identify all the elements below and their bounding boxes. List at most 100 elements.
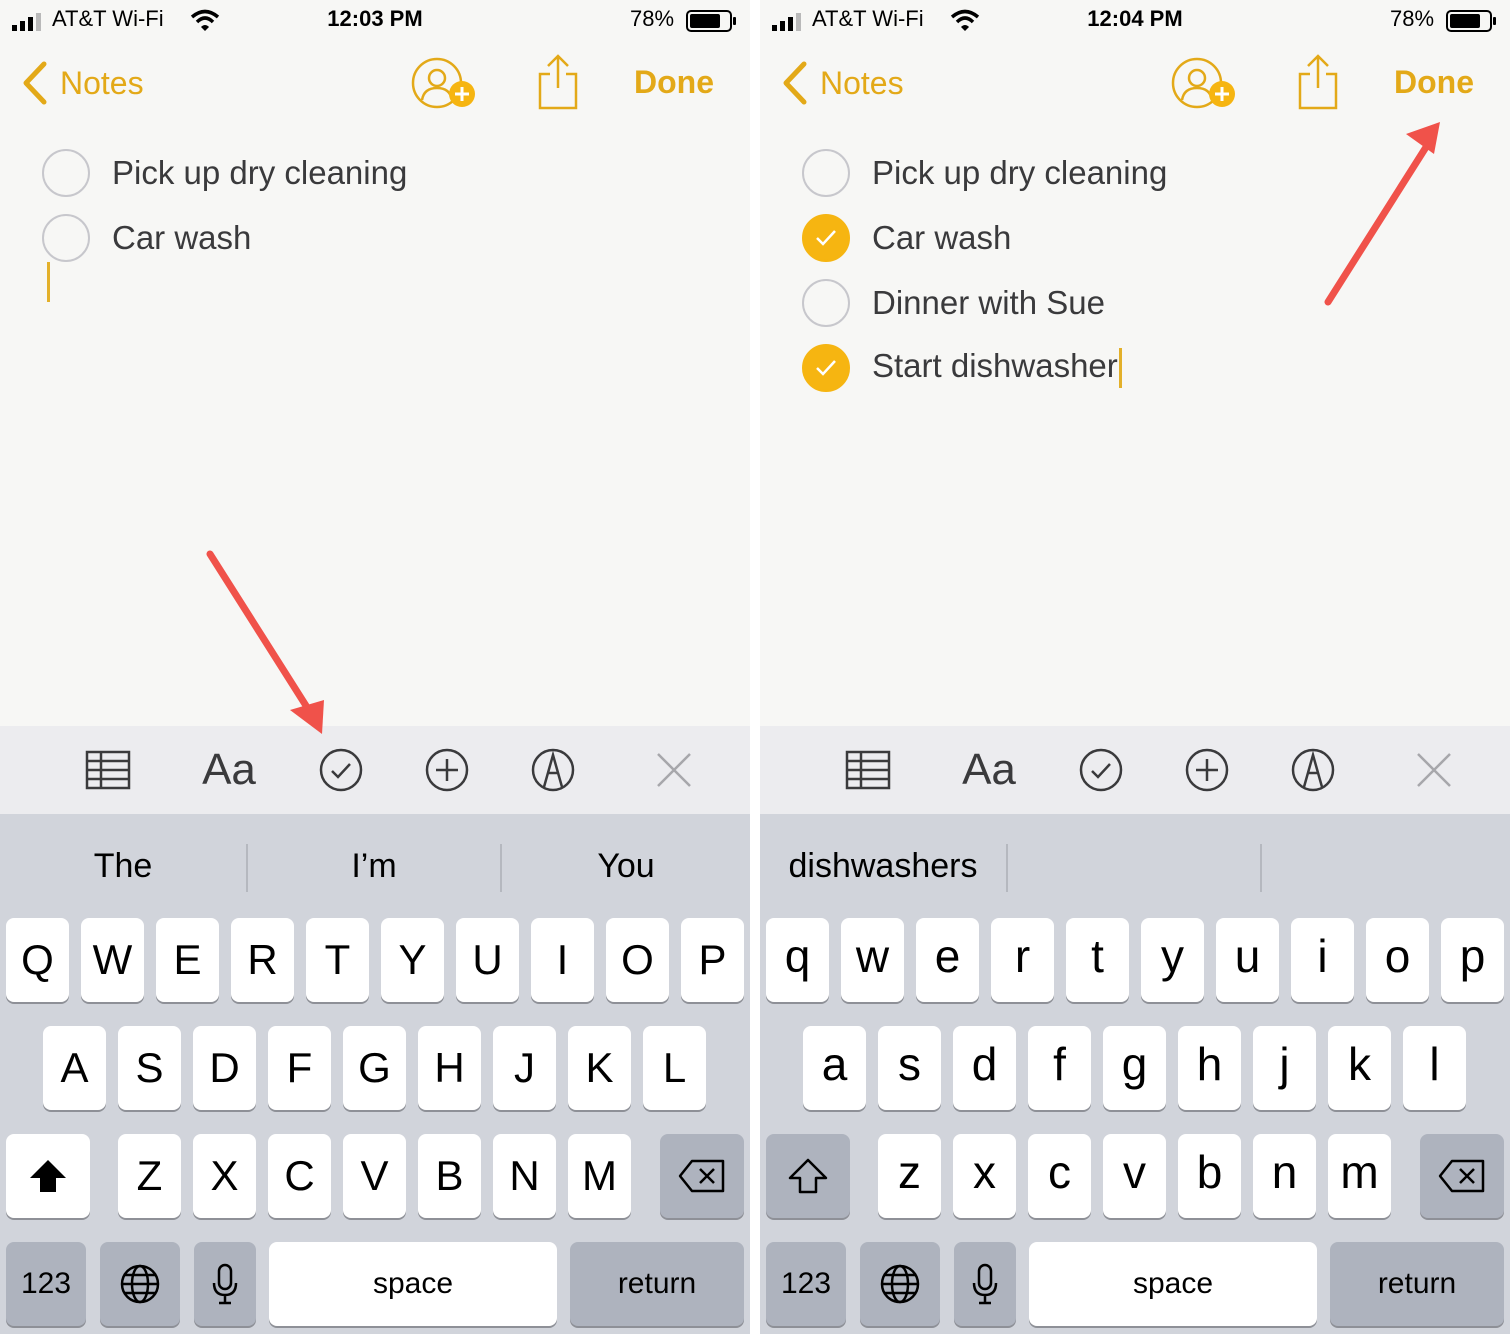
text-format-icon[interactable]: Aa <box>954 744 1024 796</box>
globe-key[interactable] <box>100 1242 180 1326</box>
checklist-item-text[interactable]: Car wash <box>112 219 251 257</box>
key-k[interactable]: k <box>1328 1026 1391 1110</box>
key-l[interactable]: l <box>1403 1026 1466 1110</box>
key-y[interactable]: Y <box>381 918 444 1002</box>
close-icon[interactable] <box>1408 744 1460 796</box>
checklist-item[interactable]: Car wash <box>42 205 722 270</box>
globe-key[interactable] <box>860 1242 940 1326</box>
key-l[interactable]: L <box>643 1026 706 1110</box>
add-icon[interactable] <box>421 744 473 796</box>
key-i[interactable]: I <box>531 918 594 1002</box>
share-icon[interactable] <box>536 52 580 110</box>
checklist-item-text[interactable]: Car wash <box>872 219 1011 257</box>
key-c[interactable]: C <box>268 1134 331 1218</box>
key-k[interactable]: K <box>568 1026 631 1110</box>
checked-circle-icon[interactable] <box>802 343 850 392</box>
key-x[interactable]: x <box>953 1134 1016 1218</box>
key-h[interactable]: h <box>1178 1026 1241 1110</box>
unchecked-circle-icon[interactable] <box>42 148 90 197</box>
return-key[interactable]: return <box>570 1242 744 1326</box>
key-n[interactable]: n <box>1253 1134 1316 1218</box>
key-q[interactable]: Q <box>6 918 69 1002</box>
key-w[interactable]: w <box>841 918 904 1002</box>
key-t[interactable]: T <box>306 918 369 1002</box>
key-j[interactable]: J <box>493 1026 556 1110</box>
add-person-icon[interactable] <box>410 56 482 112</box>
key-h[interactable]: H <box>418 1026 481 1110</box>
checklist-item-text[interactable]: Pick up dry cleaning <box>872 154 1167 192</box>
back-button[interactable]: Notes <box>20 58 144 108</box>
key-p[interactable]: p <box>1441 918 1504 1002</box>
key-j[interactable]: j <box>1253 1026 1316 1110</box>
done-button[interactable]: Done <box>1394 64 1474 101</box>
key-w[interactable]: W <box>81 918 144 1002</box>
key-s[interactable]: S <box>118 1026 181 1110</box>
unchecked-circle-icon[interactable] <box>802 278 850 327</box>
key-o[interactable]: o <box>1366 918 1429 1002</box>
key-d[interactable]: D <box>193 1026 256 1110</box>
key-p[interactable]: P <box>681 918 744 1002</box>
key-q[interactable]: q <box>766 918 829 1002</box>
add-icon[interactable] <box>1181 744 1233 796</box>
checklist-item[interactable]: Pick up dry cleaning <box>802 140 1482 205</box>
space-key[interactable]: space <box>269 1242 557 1326</box>
checklist-item[interactable]: Start dishwasher <box>802 335 1482 400</box>
markup-icon[interactable] <box>1287 744 1339 796</box>
unchecked-circle-icon[interactable] <box>802 148 850 197</box>
key-v[interactable]: V <box>343 1134 406 1218</box>
key-o[interactable]: O <box>606 918 669 1002</box>
key-a[interactable]: A <box>43 1026 106 1110</box>
markup-icon[interactable] <box>527 744 579 796</box>
key-r[interactable]: r <box>991 918 1054 1002</box>
checklist-item[interactable]: Car wash <box>802 205 1482 270</box>
key-g[interactable]: g <box>1103 1026 1166 1110</box>
key-n[interactable]: N <box>493 1134 556 1218</box>
key-f[interactable]: f <box>1028 1026 1091 1110</box>
key-x[interactable]: X <box>193 1134 256 1218</box>
key-a[interactable]: a <box>803 1026 866 1110</box>
table-icon[interactable] <box>842 744 894 796</box>
close-icon[interactable] <box>648 744 700 796</box>
suggestion[interactable]: The <box>0 814 246 918</box>
key-b[interactable]: b <box>1178 1134 1241 1218</box>
done-button[interactable]: Done <box>634 64 714 101</box>
delete-key[interactable] <box>660 1134 744 1218</box>
table-icon[interactable] <box>82 744 134 796</box>
key-i[interactable]: i <box>1291 918 1354 1002</box>
key-m[interactable]: m <box>1328 1134 1391 1218</box>
dictation-key[interactable] <box>954 1242 1016 1326</box>
shift-key[interactable] <box>6 1134 90 1218</box>
key-s[interactable]: s <box>878 1026 941 1110</box>
key-u[interactable]: U <box>456 918 519 1002</box>
key-y[interactable]: y <box>1141 918 1204 1002</box>
back-button[interactable]: Notes <box>780 58 904 108</box>
numbers-key[interactable]: 123 <box>766 1242 846 1326</box>
numbers-key[interactable]: 123 <box>6 1242 86 1326</box>
checklist-item-text[interactable]: Dinner with Sue <box>872 284 1105 322</box>
return-key[interactable]: return <box>1330 1242 1504 1326</box>
suggestion[interactable] <box>1262 814 1510 918</box>
checked-circle-icon[interactable] <box>802 213 850 262</box>
add-person-icon[interactable] <box>1170 56 1242 112</box>
shift-key[interactable] <box>766 1134 850 1218</box>
space-key[interactable]: space <box>1029 1242 1317 1326</box>
checklist-item-text[interactable]: Start dishwasher <box>872 347 1122 389</box>
checklist-icon[interactable] <box>315 744 367 796</box>
key-m[interactable]: M <box>568 1134 631 1218</box>
checklist-item[interactable]: Pick up dry cleaning <box>42 140 722 205</box>
key-b[interactable]: B <box>418 1134 481 1218</box>
checklist-item-text[interactable]: Pick up dry cleaning <box>112 154 407 192</box>
text-format-icon[interactable]: Aa <box>194 744 264 796</box>
key-e[interactable]: e <box>916 918 979 1002</box>
suggestion[interactable] <box>1008 814 1260 918</box>
dictation-key[interactable] <box>194 1242 256 1326</box>
key-g[interactable]: G <box>343 1026 406 1110</box>
key-z[interactable]: z <box>878 1134 941 1218</box>
key-r[interactable]: R <box>231 918 294 1002</box>
share-icon[interactable] <box>1296 52 1340 110</box>
delete-key[interactable] <box>1420 1134 1504 1218</box>
key-v[interactable]: v <box>1103 1134 1166 1218</box>
key-d[interactable]: d <box>953 1026 1016 1110</box>
suggestion[interactable]: dishwashers <box>760 814 1006 918</box>
key-e[interactable]: E <box>156 918 219 1002</box>
